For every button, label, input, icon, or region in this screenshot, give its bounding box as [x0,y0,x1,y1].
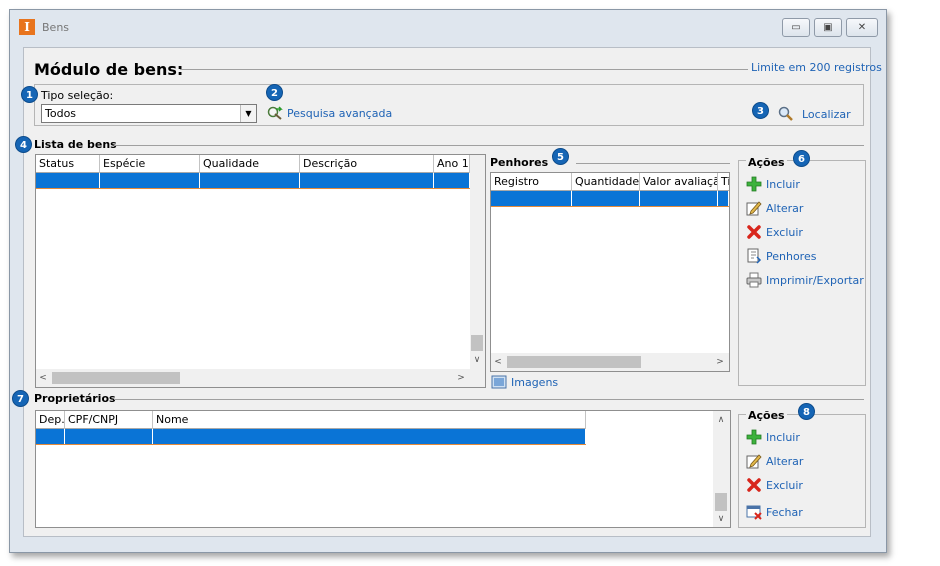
advanced-search-icon [267,105,283,121]
minimize-icon: ▭ [791,22,801,33]
chevron-left-icon[interactable]: < [36,371,50,385]
maximize-button[interactable]: ▣ [814,18,842,37]
document-arrow-icon [746,248,762,264]
column-header[interactable]: Registro [491,173,572,191]
penhores-grid[interactable]: Registro Quantidade Valor avaliação Ti <… [490,172,730,372]
column-header[interactable]: Valor avaliação [640,173,718,191]
column-header[interactable]: Descrição [300,155,434,173]
scroll-thumb[interactable] [507,356,641,368]
penhores-grid-header: Registro Quantidade Valor avaliação Ti [491,173,729,191]
bens-actions-title: Ações [746,156,787,169]
scroll-thumb[interactable] [52,372,180,384]
table-row[interactable] [491,191,729,207]
magnifier-icon [778,106,794,122]
page-title: Módulo de bens: [34,60,184,79]
column-header[interactable]: Espécie [100,155,200,173]
title-divider [180,69,748,70]
image-icon [491,374,507,390]
advanced-search-link[interactable]: Pesquisa avançada [267,105,392,121]
bens-grid[interactable]: Status Espécie Qualidade Descrição Ano 1… [35,154,486,388]
delete-x-icon [746,477,762,493]
delete-x-icon [746,224,762,240]
column-header[interactable]: Qualidade [200,155,300,173]
close-button[interactable]: ✕ [846,18,878,37]
table-row[interactable] [36,173,470,189]
chevron-right-icon[interactable]: > [454,371,468,385]
column-header[interactable]: Quantidade [572,173,640,191]
bens-list-title: Lista de bens [34,138,117,151]
badge-2: 2 [266,84,283,101]
close-icon: ✕ [857,22,867,33]
plus-icon [746,429,762,445]
column-header[interactable]: Ano 1 [434,155,470,173]
owners-grid[interactable]: Dep. CPF/CNPJ Nome ∧ ∨ [35,410,731,528]
images-link[interactable]: Imagens [491,374,558,390]
minimize-button[interactable]: ▭ [782,18,810,37]
app-logo-icon: I [19,19,35,35]
penhores-horizontal-scrollbar[interactable]: < > [491,353,729,371]
include-button[interactable]: Incluir [746,176,800,192]
badge-8: 8 [798,403,815,420]
delete-button[interactable]: Excluir [746,224,803,240]
owners-divider [114,399,864,400]
column-header[interactable]: CPF/CNPJ [65,411,153,429]
owner-delete-button[interactable]: Excluir [746,477,803,493]
selection-type-value: Todos [45,107,77,120]
table-row[interactable] [36,429,586,445]
chevron-down-icon[interactable]: ▼ [240,105,256,122]
limit-link[interactable]: Limite em 200 registros [751,61,882,74]
client-area: Módulo de bens: Limite em 200 registros … [12,47,882,537]
badge-7: 7 [12,390,29,407]
chevron-right-icon[interactable]: > [713,355,727,369]
chevron-left-icon[interactable]: < [491,355,505,369]
title-bar[interactable]: I Bens ▭ ▣ ✕ [10,10,886,40]
selection-type-label: Tipo seleção: [41,89,114,102]
owner-edit-button[interactable]: Alterar [746,453,803,469]
scroll-thumb[interactable] [471,335,483,351]
maximize-icon: ▣ [823,22,833,33]
column-header[interactable]: Nome [153,411,586,429]
owners-vertical-scrollbar[interactable]: ∧ ∨ [713,411,730,527]
window-title: Bens [42,21,70,34]
bens-divider [114,145,864,146]
badge-6: 6 [793,150,810,167]
owners-title: Proprietários [34,392,116,405]
plus-icon [746,176,762,192]
penhores-title: Penhores [490,156,549,169]
owner-include-button[interactable]: Incluir [746,429,800,445]
pledges-button[interactable]: Penhores [746,248,816,264]
owners-actions-title: Ações [746,409,787,422]
badge-1: 1 [21,86,38,103]
bens-grid-header: Status Espécie Qualidade Descrição Ano 1 [36,155,470,173]
column-header[interactable]: Ti [718,173,729,191]
edit-icon [746,200,762,216]
bens-vertical-scrollbar[interactable]: ∨ [470,155,485,369]
column-header[interactable]: Status [36,155,100,173]
chevron-down-icon[interactable]: ∨ [470,353,484,367]
badge-3: 3 [752,102,769,119]
column-header[interactable]: Dep. [36,411,65,429]
selection-type-select[interactable]: Todos ▼ [41,104,257,123]
badge-5: 5 [552,148,569,165]
close-window-icon [746,504,762,520]
penhores-divider [576,163,730,164]
locate-button[interactable]: Localizar [778,106,851,122]
bens-window: I Bens ▭ ▣ ✕ Módulo de bens: Limite em 2… [9,9,887,553]
print-export-button[interactable]: Imprimir/Exportar [746,272,864,288]
edit-button[interactable]: Alterar [746,200,803,216]
badge-4: 4 [15,136,32,153]
scroll-thumb[interactable] [715,493,727,511]
chevron-up-icon[interactable]: ∧ [714,413,728,427]
bens-horizontal-scrollbar[interactable]: < > [36,369,485,387]
chevron-down-icon[interactable]: ∨ [714,512,728,526]
printer-icon [746,272,762,288]
owners-grid-header: Dep. CPF/CNPJ Nome [36,411,586,429]
close-window-button[interactable]: Fechar [746,504,803,520]
edit-icon [746,453,762,469]
